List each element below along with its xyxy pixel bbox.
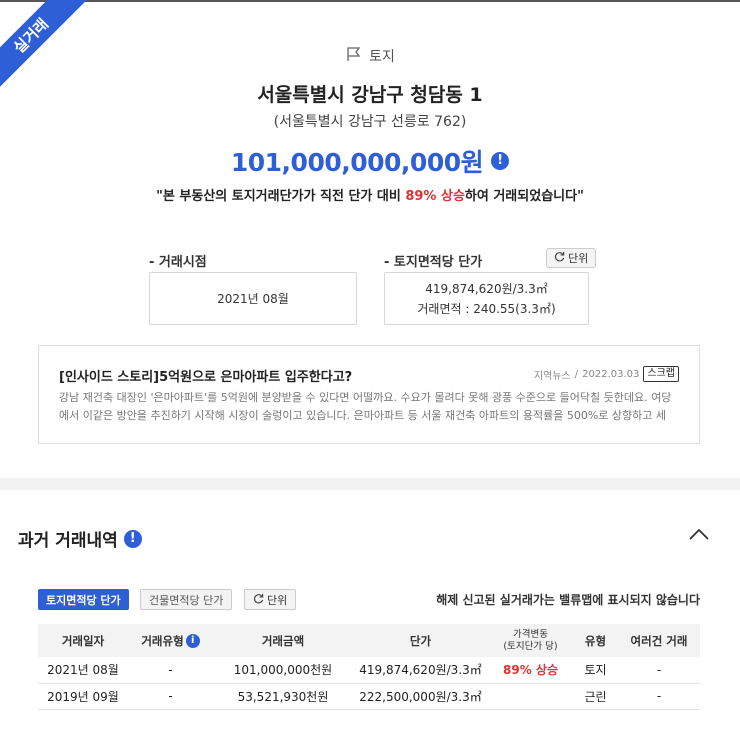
news-meta: 지역뉴스 / 2022.03.03 스크랩 bbox=[534, 366, 679, 382]
price-row: 101,000,000,000원 ! bbox=[0, 143, 740, 179]
cell-kind: 근린 bbox=[573, 683, 618, 710]
cell-date: 2019년 09월 bbox=[38, 683, 128, 710]
news-date: 2022.03.03 bbox=[582, 368, 640, 380]
property-type: 토지 bbox=[0, 46, 740, 66]
col-type-label: 거래유형 bbox=[141, 633, 184, 648]
scrap-button[interactable]: 스크랩 bbox=[643, 366, 679, 382]
deal-time-value: 2021년 08월 bbox=[217, 292, 289, 306]
col-type: 거래유형 i bbox=[128, 624, 213, 657]
cancel-notice: 해제 신고된 실거래가는 밸류맵에 표시되지 않습니다 bbox=[436, 593, 700, 607]
quote-before: "본 부동산의 토지거래단가가 직전 단가 대비 bbox=[156, 189, 406, 204]
ribbon-wrap: 실거래 bbox=[0, 0, 90, 90]
cell-change: 89% 상승 bbox=[488, 657, 573, 684]
cell-unit-price: 419,874,620원/3.3㎡ bbox=[353, 657, 488, 684]
cell-change bbox=[488, 683, 573, 710]
unit-price-value: 419,874,620원/3.3㎡ bbox=[425, 282, 548, 296]
flag-icon bbox=[345, 46, 363, 66]
cell-multi: - bbox=[618, 683, 700, 710]
area-value: 거래면적 : 240.55(3.3㎡) bbox=[417, 302, 556, 316]
unit-price-box: 419,874,620원/3.3㎡ 거래면적 : 240.55(3.3㎡) bbox=[384, 272, 589, 325]
cell-multi: - bbox=[618, 657, 700, 684]
table-row[interactable]: 2021년 08월 - 101,000,000천원 419,874,620원/3… bbox=[38, 657, 700, 684]
quote-after: 하여 거래되었습니다" bbox=[464, 189, 584, 204]
refresh-icon bbox=[554, 251, 565, 265]
cell-type: - bbox=[128, 657, 213, 684]
unit-toggle-button[interactable]: 단위 bbox=[546, 248, 597, 268]
history-unit-label: 단위 bbox=[267, 593, 288, 607]
cell-date: 2021년 08월 bbox=[38, 657, 128, 684]
col-change-line1: 가격변동 bbox=[513, 628, 548, 640]
cell-unit-price: 222,500,000원/3.3㎡ bbox=[353, 683, 488, 710]
news-body: 강남 재건축 대장인 '은마아파트'를 5억원에 분양받을 수 있다면 어떨까요… bbox=[59, 391, 672, 422]
table-row[interactable]: 2019년 09월 - 53,521,930천원 222,500,000원/3.… bbox=[38, 683, 700, 710]
cell-kind: 토지 bbox=[573, 657, 618, 684]
deal-time-label: - 거래시점 bbox=[149, 255, 207, 270]
deal-time-box: 2021년 08월 bbox=[149, 272, 357, 325]
cell-amount: 101,000,000천원 bbox=[213, 657, 353, 684]
cell-amount: 53,521,930천원 bbox=[213, 683, 353, 710]
history-title-text: 과거 거래내역 bbox=[18, 531, 118, 551]
col-amount: 거래금액 bbox=[213, 624, 353, 657]
unit-button-label: 단위 bbox=[568, 252, 589, 265]
property-card: 실거래 토지 서울특별시 강남구 청담동 1 (서울특별시 강남구 선릉로 76… bbox=[0, 0, 740, 478]
type-info-icon[interactable]: i bbox=[185, 634, 200, 648]
refresh-icon bbox=[253, 593, 264, 607]
address-main: 서울특별시 강남구 청담동 1 bbox=[257, 84, 483, 106]
col-change-line2: (토지단가 당) bbox=[503, 640, 558, 652]
address-sub: (서울특별시 강남구 선릉로 762) bbox=[273, 114, 467, 130]
col-kind: 유형 bbox=[573, 624, 618, 657]
collapse-button[interactable] bbox=[688, 526, 710, 540]
history-info-icon[interactable]: ! bbox=[123, 529, 142, 548]
actual-deal-ribbon: 실거래 bbox=[0, 0, 87, 90]
tab-building-unit-price[interactable]: 건물면적당 단가 bbox=[140, 589, 233, 610]
news-separator: / bbox=[574, 368, 579, 380]
history-table: 거래일자 거래유형 i 거래금액 단가 가격변동 (토지단가 당) 유형 여러건 … bbox=[38, 624, 700, 710]
quote-highlight: 89% 상승 bbox=[405, 189, 465, 204]
history-section: 과거 거래내역 ! 토지면적당 단가 건물면적당 단가 단위 해제 신고된 실거… bbox=[0, 490, 740, 734]
col-change: 가격변동 (토지단가 당) bbox=[488, 624, 573, 657]
news-card[interactable]: [인사이드 스토리]5억원으로 은마아파트 입주한다고? 지역뉴스 / 2022… bbox=[38, 345, 700, 444]
history-unit-button[interactable]: 단위 bbox=[244, 589, 297, 610]
property-type-label: 토지 bbox=[369, 49, 395, 65]
unit-price-label: - 토지면적당 단가 bbox=[384, 255, 483, 270]
col-unit-price: 단가 bbox=[353, 624, 488, 657]
news-source: 지역뉴스 bbox=[533, 370, 571, 382]
price-change-quote: "본 부동산의 토지거래단가가 직전 단가 대비 89% 상승하여 거래되었습니… bbox=[0, 185, 740, 204]
chevron-up-icon bbox=[689, 528, 709, 540]
tab-land-unit-price[interactable]: 토지면적당 단가 bbox=[38, 589, 129, 610]
table-header-row: 거래일자 거래유형 i 거래금액 단가 가격변동 (토지단가 당) 유형 여러건 … bbox=[38, 624, 700, 657]
news-title[interactable]: [인사이드 스토리]5억원으로 은마아파트 입주한다고? bbox=[59, 366, 352, 385]
info-icon[interactable]: ! bbox=[491, 152, 510, 170]
top-rule bbox=[0, 0, 740, 2]
cell-type: - bbox=[128, 683, 213, 710]
deal-price: 101,000,000,000원 bbox=[230, 148, 484, 177]
col-multi: 여러건 거래 bbox=[618, 624, 700, 657]
col-date: 거래일자 bbox=[38, 624, 128, 657]
history-title: 과거 거래내역 ! bbox=[18, 526, 142, 551]
